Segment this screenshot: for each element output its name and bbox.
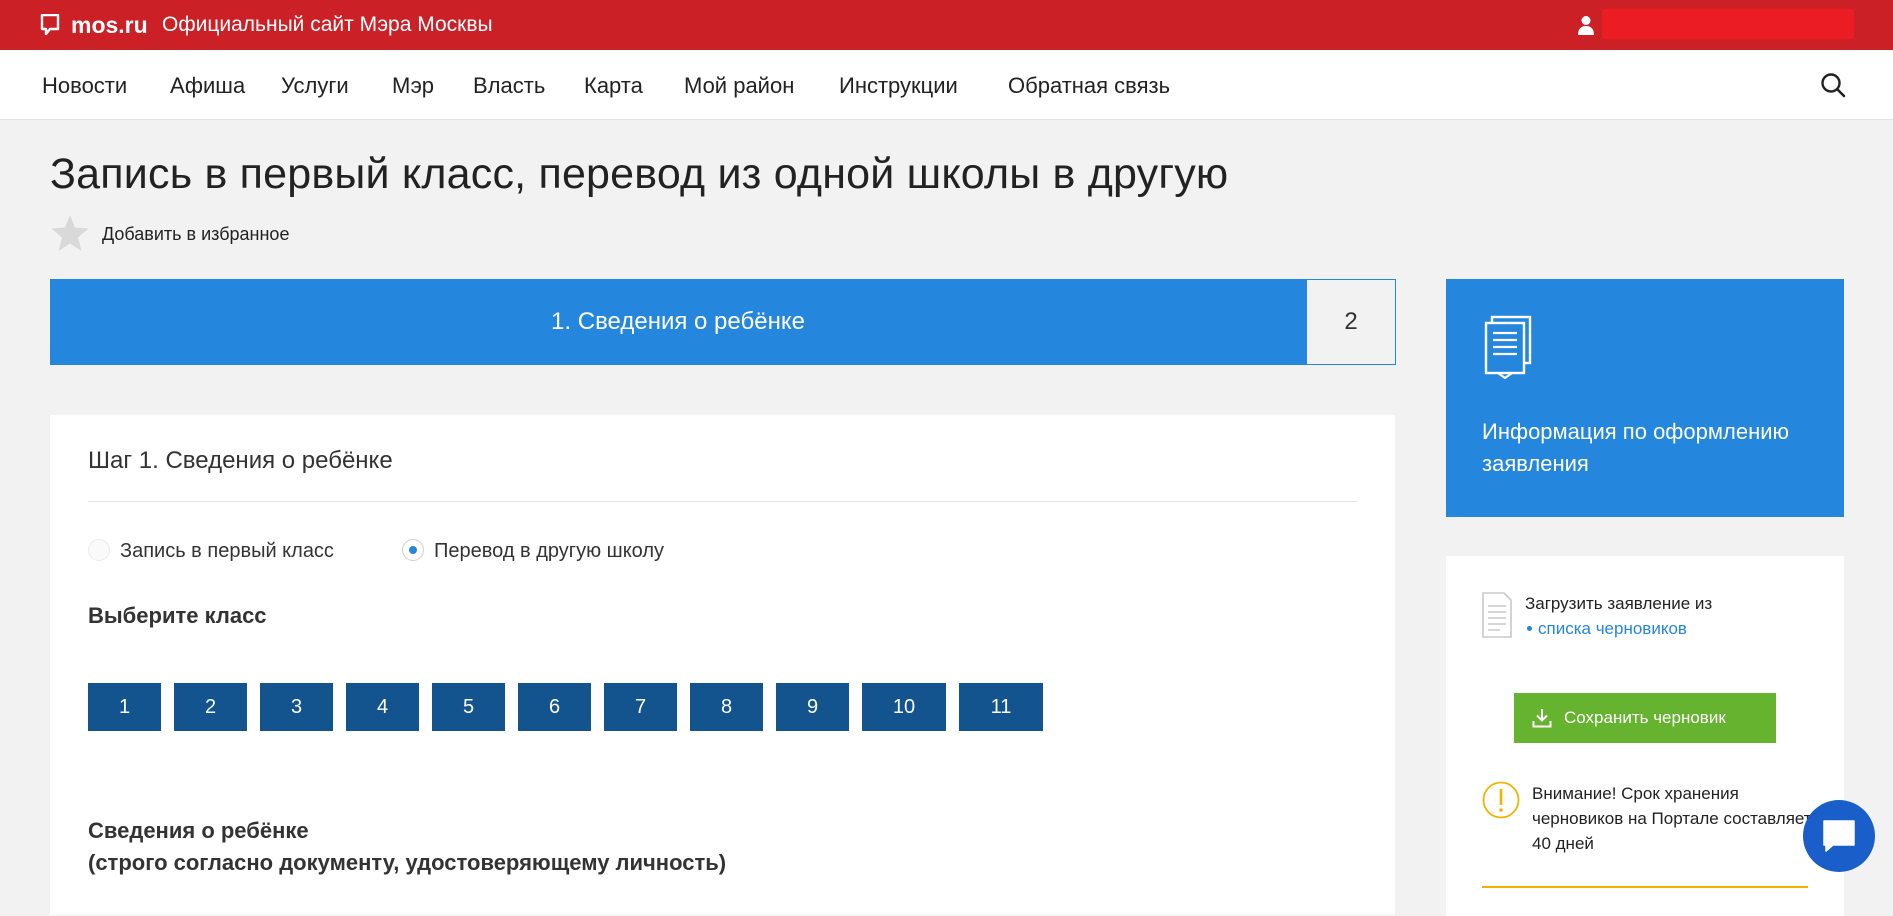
nav-item-afisha[interactable]: Афиша bbox=[170, 73, 245, 99]
draft-text: Загрузить заявление из bbox=[1525, 594, 1713, 613]
class-button-2[interactable]: 2 bbox=[174, 683, 247, 731]
info-title[interactable]: Информация по оформлению заявления bbox=[1482, 416, 1822, 480]
drafts-list-link[interactable]: списка черновиков bbox=[1527, 619, 1687, 639]
download-icon bbox=[1532, 709, 1552, 728]
search-icon[interactable] bbox=[1820, 72, 1846, 98]
main-nav: Новости Афиша Услуги Мэр Власть Карта Мо… bbox=[0, 50, 1893, 120]
radio-circle-checked[interactable] bbox=[402, 539, 424, 561]
application-info-box[interactable]: Информация по оформлению заявления bbox=[1446, 279, 1844, 517]
class-button-8[interactable]: 8 bbox=[690, 683, 763, 731]
step-2-tab[interactable]: 2 bbox=[1306, 279, 1396, 365]
save-draft-button[interactable]: Сохранить черновик bbox=[1514, 693, 1776, 743]
mos-logo-icon[interactable] bbox=[40, 14, 60, 36]
class-button-11[interactable]: 11 bbox=[959, 683, 1043, 731]
class-button-4[interactable]: 4 bbox=[346, 683, 419, 731]
class-button-9[interactable]: 9 bbox=[776, 683, 849, 731]
user-icon[interactable] bbox=[1577, 15, 1595, 35]
nav-item-government[interactable]: Власть bbox=[473, 73, 545, 99]
save-draft-label[interactable]: Сохранить черновик bbox=[1564, 708, 1726, 728]
nav-item-feedback[interactable]: Обратная связь bbox=[1008, 73, 1170, 99]
child-heading-line1: Сведения о ребёнке bbox=[88, 818, 309, 843]
site-title: Официальный сайт Мэра Москвы bbox=[162, 13, 493, 36]
page-icon bbox=[1482, 592, 1512, 638]
favorite-label[interactable]: Добавить в избранное bbox=[102, 224, 289, 245]
chat-bubble-icon[interactable] bbox=[1821, 818, 1857, 854]
drafts-panel: Загрузить заявление из списка черновиков… bbox=[1446, 556, 1844, 916]
class-heading: Выберите класс bbox=[88, 603, 267, 628]
star-icon[interactable] bbox=[50, 213, 90, 253]
nav-item-instructions[interactable]: Инструкции bbox=[839, 73, 958, 99]
nav-item-news[interactable]: Новости bbox=[42, 73, 127, 99]
radio-label[interactable]: Перевод в другую школу bbox=[434, 540, 664, 563]
page-title: Запись в первый класс, перевод из одной … bbox=[50, 150, 1229, 198]
step-heading: Шаг 1. Сведения о ребёнке bbox=[88, 447, 393, 474]
class-button-7[interactable]: 7 bbox=[604, 683, 677, 731]
chat-button[interactable] bbox=[1803, 800, 1875, 872]
warning-underline bbox=[1482, 886, 1808, 888]
logo-text[interactable]: mos.ru bbox=[71, 12, 148, 39]
top-bar: mos.ru Официальный сайт Мэра Москвы bbox=[0, 0, 1893, 50]
radio-circle[interactable] bbox=[88, 539, 110, 561]
nav-item-my-district[interactable]: Мой район bbox=[684, 73, 794, 99]
class-button-1[interactable]: 1 bbox=[88, 683, 161, 731]
user-name-redacted[interactable] bbox=[1602, 9, 1854, 39]
class-button-5[interactable]: 5 bbox=[432, 683, 505, 731]
warning-text: Внимание! Срок хранения черновиков на По… bbox=[1532, 784, 1812, 853]
child-heading-line2: (строго согласно документу, удостоверяющ… bbox=[88, 850, 727, 875]
warning-icon bbox=[1482, 781, 1520, 819]
child-info-heading: Сведения о ребёнке (строго согласно доку… bbox=[88, 815, 726, 879]
class-button-10[interactable]: 10 bbox=[862, 683, 946, 731]
form-card: Шаг 1. Сведения о ребёнке Запись в первы… bbox=[50, 415, 1395, 915]
class-button-6[interactable]: 6 bbox=[518, 683, 591, 731]
nav-item-services[interactable]: Услуги bbox=[281, 73, 349, 99]
step-1-tab[interactable]: 1. Сведения о ребёнке bbox=[50, 279, 1306, 365]
radio-label[interactable]: Запись в первый класс bbox=[120, 540, 334, 563]
divider bbox=[88, 501, 1357, 502]
nav-item-mayor[interactable]: Мэр bbox=[392, 73, 434, 99]
nav-item-map[interactable]: Карта bbox=[584, 73, 643, 99]
document-stack-icon bbox=[1484, 315, 1532, 379]
class-button-3[interactable]: 3 bbox=[260, 683, 333, 731]
